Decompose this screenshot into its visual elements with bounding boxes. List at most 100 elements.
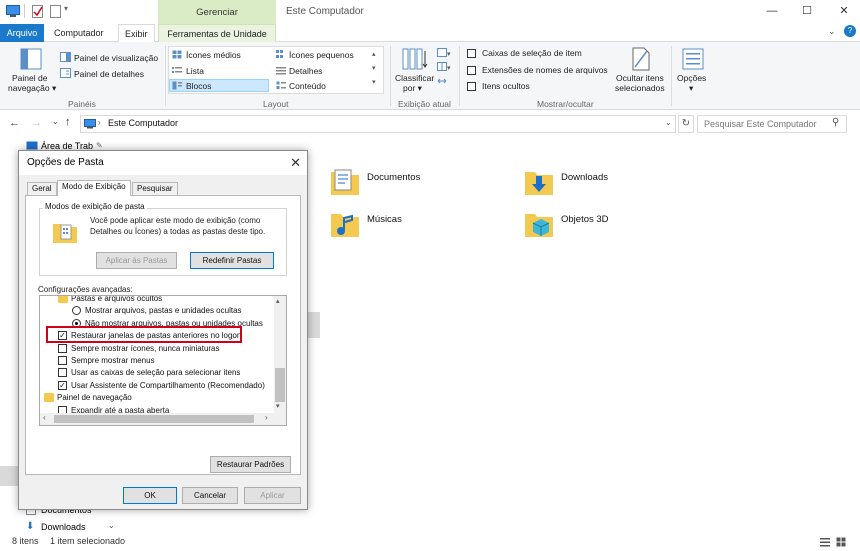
scroll-right-icon[interactable]: › [265,413,268,422]
add-columns-icon[interactable]: ▾ [437,62,451,72]
list-icon [172,67,182,73]
tree-row[interactable]: Usar as caixas de seleção para seleciona… [40,367,274,379]
preview-pane-button[interactable]: Painel de visualização [74,53,158,63]
breadcrumb-este-computador[interactable]: Este Computador [108,118,178,128]
layout-tiles[interactable]: Blocos [186,81,212,91]
layout-list[interactable]: Lista [186,66,204,76]
3d-objects-folder-icon [525,214,553,237]
file-extensions-checkbox[interactable] [467,66,476,75]
tree-row[interactable]: Sempre mostrar menus [40,355,274,367]
tab-exibir[interactable]: Exibir [118,24,155,42]
layout-gallery-scroll-icon[interactable]: ▴ ▾ ▾ [372,48,376,90]
documents-folder-icon [331,169,359,195]
tab-modo-de-exibicao[interactable]: Modo de Exibição [57,180,131,196]
hidden-items-checkbox[interactable] [467,82,476,91]
tree-row[interactable]: Painel de navegação [40,392,274,404]
hidden-items-label: Itens ocultos [482,81,530,91]
tree-horizontal-scrollbar[interactable]: ‹ › [40,413,286,425]
up-arrow-icon[interactable]: ↑ [65,116,71,128]
hscroll-thumb[interactable] [54,415,254,423]
tree-row[interactable]: Pastas e arquivos ocultos [40,296,274,305]
options-icon[interactable] [682,48,704,70]
maximize-button[interactable]: ☐ [800,4,814,18]
tree-row[interactable]: Mostrar arquivos, pastas e unidades ocul… [40,305,274,317]
large-icons-view-toggle-icon[interactable] [836,537,846,547]
layout-small-icons[interactable]: Ícones pequenos [289,50,354,60]
ribbon-collapse-icon[interactable]: ⌄ [828,26,836,37]
scroll-left-icon[interactable]: ‹ [43,413,46,422]
layout-details[interactable]: Detalhes [289,66,323,76]
options-dropdown-icon[interactable]: ▾ [689,83,693,94]
options-button[interactable]: Opções [677,73,706,83]
status-selected-count: 1 item selecionado [50,536,126,546]
address-bar[interactable]: › Este Computador ⌄ [80,115,676,133]
minimize-button[interactable]: — [765,4,779,18]
ok-button[interactable]: OK [123,487,177,504]
layout-medium-icons[interactable]: Ícones médios [186,50,241,60]
tab-pesquisar[interactable]: Pesquisar [132,182,178,195]
refresh-icon[interactable]: ↻ [678,115,694,133]
hide-selected-button-2[interactable]: selecionados [615,83,665,93]
address-dropdown-icon[interactable]: ⌄ [665,118,672,127]
radio-button[interactable] [72,306,81,316]
close-window-button[interactable]: ✕ [837,4,851,18]
tab-arquivo[interactable]: Arquivo [0,24,44,42]
chevron-down-icon[interactable]: ⌄ [108,521,115,530]
recent-locations-icon[interactable]: ⌄ [52,117,59,126]
hide-selected-icon[interactable] [631,47,651,71]
tree-row[interactable]: ✓ Usar Assistente de Compartilhamento (Re… [40,380,274,392]
folder-icon [44,393,54,403]
group-label-current-view: Exibição atual [398,99,451,109]
reset-folders-button[interactable]: Redefinir Pastas [190,252,274,269]
folder-label: Músicas [367,214,402,225]
tree-row[interactable]: Sempre mostrar ícones, nunca miniaturas [40,343,274,355]
scroll-up-icon[interactable]: ▴ [276,297,280,305]
apply-button[interactable]: Aplicar [244,487,301,504]
hide-selected-button[interactable]: Ocultar itens [616,73,664,83]
ribbon: Painel de navegação ▾ Painel de visualiz… [0,42,860,110]
new-folder-icon[interactable] [50,5,62,18]
tree-vertical-scrollbar[interactable]: ▴ ▾ [274,296,286,414]
scroll-down-icon[interactable]: ▾ [276,402,280,410]
group-by-icon[interactable]: ▾ [437,48,451,58]
tab-ferramentas-de-unidade[interactable]: Ferramentas de Unidade [158,24,276,42]
forward-arrow-icon[interactable]: → [31,117,42,129]
properties-icon[interactable] [32,5,44,18]
sort-by-button[interactable]: Classificar [395,73,434,83]
nav-pane-label[interactable]: Painel de [12,73,47,83]
qat-dropdown-icon[interactable]: ▾ [64,4,68,13]
size-columns-icon[interactable] [437,76,447,86]
details-view-toggle-icon[interactable] [820,537,830,547]
nav-pane-label-2[interactable]: navegação ▾ [8,83,56,94]
pin-icon: ✎ [96,141,103,150]
nav-item-downloads[interactable]: Downloads [41,522,86,532]
checkbox[interactable] [58,368,67,378]
tree-row-label: Painel de navegação [57,393,132,403]
help-icon[interactable]: ? [844,25,856,37]
checkbox[interactable] [58,343,67,353]
layout-content[interactable]: Conteúdo [289,81,326,91]
checkbox[interactable]: ✓ [58,380,67,390]
advanced-settings-tree[interactable]: Pastas e arquivos ocultos Mostrar arquivo… [39,295,287,426]
cancel-button[interactable]: Cancelar [182,487,238,504]
details-pane-button[interactable]: Painel de detalhes [74,69,144,79]
checkbox[interactable] [58,356,67,365]
sort-by-button-2[interactable]: por ▾ [403,83,422,94]
preview-pane-icon [60,52,71,62]
breadcrumb-chevron-icon[interactable]: › [98,118,101,127]
address-row: ← → ⌄ ↑ › Este Computador ⌄ ↻ Pesquisar … [0,112,860,136]
tab-geral[interactable]: Geral [27,182,57,195]
sort-by-icon[interactable] [402,47,428,71]
restore-defaults-button[interactable]: Restaurar Padrões [210,456,291,473]
folder-views-legend: Modos de exibição de pasta [43,202,147,211]
folder-views-desc-2: Detalhes ou Ícones) a todas as pastas de… [90,227,266,236]
item-checkboxes-checkbox[interactable] [467,49,476,58]
tab-computador[interactable]: Computador [48,24,110,42]
apply-to-folders-button[interactable]: Aplicar às Pastas [96,252,177,269]
dialog-tabs: Geral Modo de Exibição Pesquisar [25,180,301,196]
back-arrow-icon[interactable]: ← [9,117,20,129]
search-input[interactable]: Pesquisar Este Computador [697,115,847,133]
dialog-close-icon[interactable]: ✕ [290,155,301,171]
scroll-thumb[interactable] [275,368,285,402]
navigation-pane-icon[interactable] [20,48,42,70]
